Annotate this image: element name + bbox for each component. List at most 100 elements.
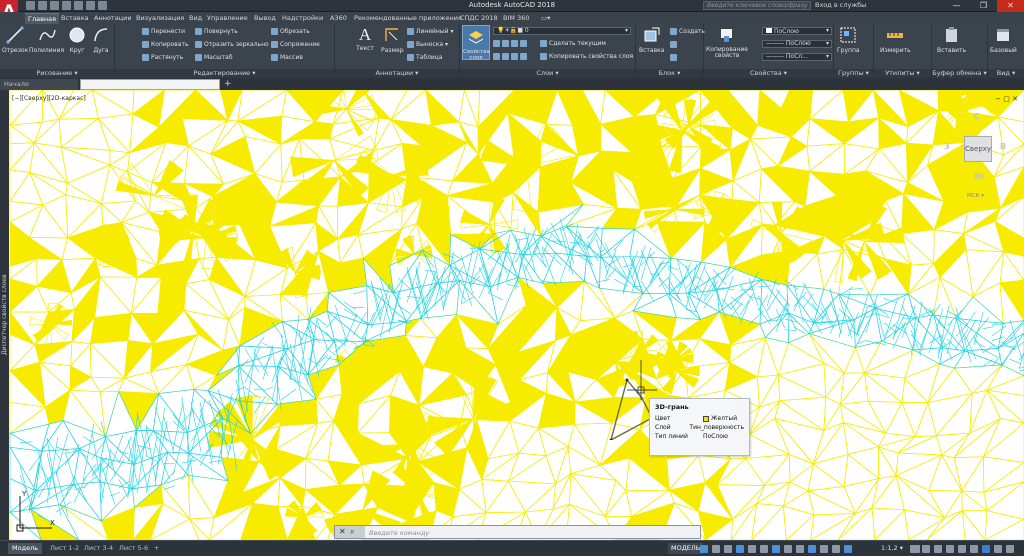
layout-tab-model[interactable]: Модель (8, 543, 43, 554)
dynamic-ucs-icon[interactable] (832, 545, 840, 553)
copy-button[interactable]: Копировать (142, 41, 188, 48)
otrack-icon[interactable] (772, 545, 780, 553)
viewcube-south[interactable]: Ю (974, 172, 983, 181)
annotation-scale[interactable]: 1:1,2 ▾ (881, 544, 903, 552)
linear-dim-button[interactable]: Линейный ▾ (407, 28, 454, 35)
selection-cycling-icon[interactable] (808, 545, 816, 553)
lock-ui-icon[interactable] (958, 545, 966, 553)
polyline-button[interactable]: Полилиния (29, 26, 64, 54)
clean-screen-icon[interactable] (994, 545, 1002, 553)
array-button[interactable]: Массив (271, 54, 303, 61)
tab-output[interactable]: Вывод (254, 14, 276, 22)
layer-freeze-icon[interactable] (511, 40, 518, 47)
workspace-icon[interactable] (910, 545, 918, 553)
scale-button[interactable]: Масштаб (195, 54, 233, 61)
customize-icon[interactable] (1006, 545, 1014, 553)
layer-unlock-icon[interactable] (520, 53, 527, 60)
viewcube-west[interactable]: З (944, 142, 950, 151)
restore-button[interactable]: ❐ (970, 0, 997, 12)
model-space-toggle[interactable]: МОДЕЛЬ (668, 543, 704, 554)
mirror-button[interactable]: Отразить зеркально (195, 41, 269, 48)
isodraft-icon[interactable] (748, 545, 756, 553)
tab-insert[interactable]: Вставка (61, 14, 89, 22)
layer-lock-icon[interactable] (520, 40, 527, 47)
tab-annotate[interactable]: Аннотации (94, 14, 132, 22)
3d-osnap-icon[interactable] (820, 545, 828, 553)
trim-button[interactable]: Обрезать (271, 28, 310, 35)
ortho-icon[interactable] (724, 545, 732, 553)
hardware-acceleration-icon[interactable] (982, 545, 990, 553)
color-dropdown[interactable]: ПоСлою ▾ (762, 27, 832, 35)
polar-icon[interactable] (736, 545, 744, 553)
wcs-menu[interactable]: МСК ▾ (967, 193, 984, 199)
annotation-visibility-icon[interactable] (844, 545, 852, 553)
layer-properties-button[interactable]: Свойства слоя (462, 25, 490, 61)
tab-featured-apps[interactable]: Рекомендованные приложения (354, 14, 462, 22)
panel-modify-title[interactable]: Редактирование ▾ (115, 69, 334, 78)
measure-button[interactable]: Измерить (880, 26, 911, 54)
leader-button[interactable]: Выноска ▾ (407, 41, 448, 48)
panel-properties-title[interactable]: Свойства ▾ (704, 69, 833, 78)
viewport-window-controls[interactable]: − ▢ ✕ (995, 95, 1018, 103)
base-view-button[interactable]: Базовый (990, 26, 1017, 54)
tab-a360[interactable]: A360 (330, 14, 347, 22)
layer-dropdown[interactable]: 💡☀🔓■ 0 ▾ (493, 27, 631, 35)
viewcube-east[interactable]: В (1000, 142, 1006, 151)
table-button[interactable]: Таблица (407, 54, 443, 61)
add-layout-button[interactable]: + (150, 543, 163, 554)
layer-thaw-icon[interactable] (511, 53, 518, 60)
transparency-icon[interactable] (796, 545, 804, 553)
sign-in-button[interactable]: Вход в службы (815, 1, 866, 9)
tab-start[interactable]: Начало (0, 79, 78, 90)
layer-on-icon[interactable] (493, 53, 500, 60)
tab-bim360[interactable]: BIM 360 (503, 14, 529, 22)
command-input[interactable]: Введите команду (369, 529, 429, 537)
layout-tab-sheet-1-2[interactable]: Лист 1-2 (46, 543, 83, 554)
tab-home[interactable]: Главная (25, 13, 60, 24)
close-command-icon[interactable]: ✕ (339, 527, 346, 536)
panel-groups-title[interactable]: Группы ▾ (834, 69, 873, 78)
tab-addins[interactable]: Надстройки (282, 14, 323, 22)
text-button[interactable]: A Текст (356, 26, 374, 53)
make-current-button[interactable]: Сделать текущим (540, 40, 606, 47)
tab-spds[interactable]: СПДС 2018 (460, 14, 498, 22)
panel-clipboard-title[interactable]: Буфер обмена ▾ (932, 69, 987, 78)
osnap-icon[interactable] (760, 545, 768, 553)
viewcube-north[interactable]: С (974, 112, 980, 121)
drawing-viewport[interactable]: Диспетчер свойств слоев [−][Сверху][2D-к… (0, 90, 1024, 540)
fillet-button[interactable]: Сопряжение (271, 41, 320, 48)
layer-unisolate-icon[interactable] (502, 53, 509, 60)
layout-tab-sheet-3-4[interactable]: Лист 3-4 (80, 543, 117, 554)
block-attributes-button[interactable] (670, 54, 677, 61)
tab-view[interactable]: Вид (189, 14, 202, 22)
rotate-button[interactable]: Повернуть (195, 28, 238, 35)
panel-draw-title[interactable]: Рисование ▾ (0, 69, 114, 78)
quick-properties-icon[interactable] (946, 545, 954, 553)
tab-drawing[interactable] (80, 79, 220, 90)
insert-block-button[interactable]: Вставка (639, 26, 664, 54)
create-block-button[interactable]: Создать (670, 28, 705, 35)
panel-utilities-title[interactable]: Утилиты ▾ (874, 69, 931, 78)
grid-icon[interactable] (700, 545, 708, 553)
group-button[interactable]: Группа (837, 26, 860, 54)
minimize-button[interactable]: — (943, 0, 970, 12)
ribbon-minimize-icon[interactable]: ▭▾ (541, 14, 550, 22)
paste-button[interactable]: Вставить (937, 26, 966, 54)
units-icon[interactable] (934, 545, 942, 553)
lineweight-icon[interactable] (784, 545, 792, 553)
circle-button[interactable]: Круг (68, 26, 86, 54)
stretch-button[interactable]: Растянуть (142, 54, 183, 61)
isolate-objects-icon[interactable] (970, 545, 978, 553)
edit-block-button[interactable] (670, 41, 677, 48)
layer-properties-palette-tab[interactable]: Диспетчер свойств слоев (0, 90, 9, 540)
viewcube[interactable]: С З В Ю Сверху МСК ▾ (944, 110, 1006, 205)
snap-icon[interactable] (712, 545, 720, 553)
search-command-icon[interactable]: ⌕ (350, 527, 354, 537)
viewcube-top-face[interactable]: Сверху (964, 136, 992, 162)
new-tab-button[interactable]: + (224, 79, 232, 89)
panel-view-title[interactable]: Вид ▾ (988, 69, 1024, 78)
dimension-button[interactable]: Размер (381, 26, 404, 54)
panel-layers-title[interactable]: Слои ▾ (460, 69, 635, 78)
tab-manage[interactable]: Управление (207, 14, 248, 22)
line-button[interactable]: Отрезок (2, 26, 28, 54)
